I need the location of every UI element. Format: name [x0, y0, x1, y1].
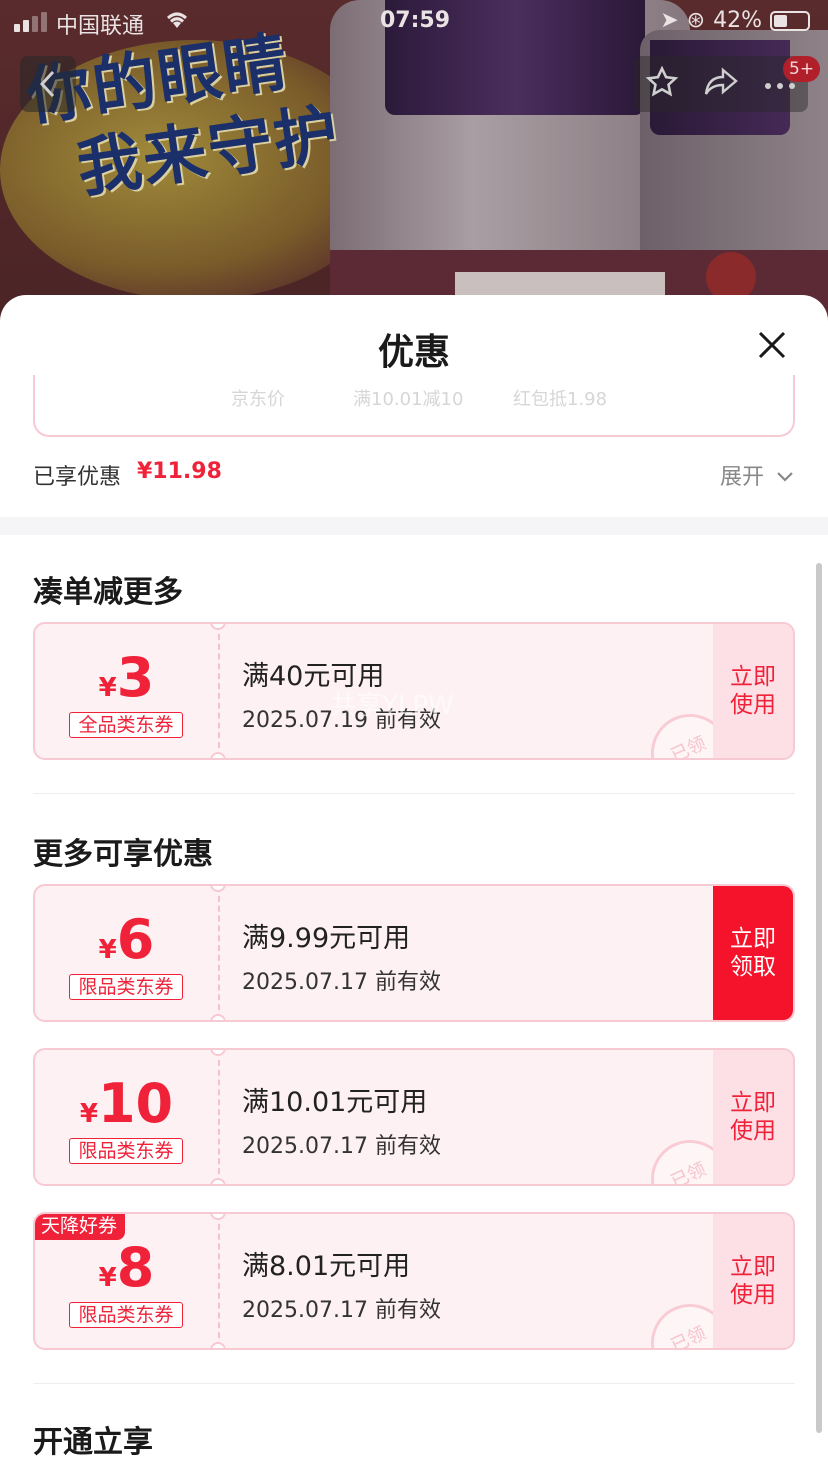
coupon-notch — [210, 752, 226, 758]
price-item-redpacket: 红包抵1.98 — [513, 389, 608, 410]
price-item-discount: 满10.01减10 — [353, 389, 464, 410]
section-title-open-enjoy: 开通立享 — [33, 1425, 153, 1460]
use-now-button[interactable]: 立即 使用 — [713, 624, 793, 758]
section-separator — [33, 793, 795, 794]
claim-now-button[interactable]: 立即 领取 — [713, 886, 793, 1020]
message-count-badge: 5+ — [783, 56, 821, 82]
use-now-button[interactable]: 立即 使用 — [713, 1050, 793, 1184]
coupon-validity: 2025.07.17 前有效 — [242, 1134, 441, 1159]
coupon-perforation — [218, 886, 220, 1020]
section-title-more-available: 更多可享优惠 — [33, 837, 213, 872]
coupon-card: ¥10 限品类东券 满10.01元可用 2025.07.17 前有效 已领 立即… — [33, 1048, 795, 1186]
coupon-condition: 满10.01元可用 — [242, 1087, 428, 1118]
close-button[interactable] — [752, 325, 792, 365]
expand-button[interactable]: 展开 — [720, 459, 795, 491]
wifi-icon — [164, 8, 190, 35]
favorite-button[interactable] — [645, 65, 679, 103]
enjoyed-discount-row: 已享优惠 ¥11.98 展开 — [33, 455, 795, 491]
use-now-label: 立即 使用 — [730, 664, 776, 718]
watermark-text: 共享YLPW — [330, 691, 454, 721]
status-bar: 中国联通 07:59 ➤ ⊛ 42% — [0, 0, 828, 44]
signal-icon — [14, 12, 47, 32]
close-icon — [758, 331, 786, 359]
coupon-condition: 满9.99元可用 — [242, 923, 411, 954]
coupon-validity: 2025.07.17 前有效 — [242, 1298, 441, 1323]
coupon-validity: 2025.07.17 前有效 — [242, 970, 441, 995]
claim-now-label: 立即 领取 — [730, 926, 776, 980]
rotation-lock-icon: ⊛ — [686, 8, 706, 33]
star-icon — [645, 65, 679, 97]
expand-label: 展开 — [719, 465, 764, 490]
back-button[interactable] — [20, 56, 76, 112]
coupon-card: ¥6 限品类东券 满9.99元可用 2025.07.17 前有效 立即 领取 — [33, 884, 795, 1022]
enjoyed-amount: ¥11.98 — [137, 459, 222, 484]
scrollbar[interactable] — [816, 563, 822, 1433]
section-title-more-discount: 凑单减更多 — [33, 575, 183, 610]
more-dots-icon — [764, 82, 795, 89]
carrier-name: 中国联通 — [56, 14, 145, 39]
price-breakdown-card: 京东价 满10.01减10 红包抵1.98 — [33, 375, 795, 437]
use-now-button[interactable]: 立即 使用 — [713, 1214, 793, 1348]
sheet-title: 优惠 — [377, 332, 450, 373]
chevron-left-icon — [39, 70, 55, 98]
battery-icon — [770, 10, 810, 31]
coupon-card: ¥8 限品类东券 天降好券 满8.01元可用 2025.07.17 前有效 已领… — [33, 1212, 795, 1350]
coupon-amount: ¥6 — [98, 908, 155, 971]
section-separator — [33, 1383, 795, 1384]
coupon-notch — [210, 1342, 226, 1348]
product-banner: 你的眼睛 我来守护 — [0, 0, 828, 330]
coupon-perforation — [218, 624, 220, 758]
section-divider — [0, 517, 828, 535]
enjoyed-label: 已享优惠 — [33, 465, 122, 490]
coupon-condition: 满8.01元可用 — [242, 1251, 411, 1282]
coupon-amount: ¥8 — [98, 1236, 155, 1299]
coupon-ribbon: 天降好券 — [35, 1214, 126, 1240]
price-item-jd: 京东价 — [231, 389, 285, 410]
coupon-notch — [210, 1178, 226, 1184]
use-now-label: 立即 使用 — [730, 1254, 776, 1308]
share-button[interactable] — [703, 66, 739, 102]
status-time: 07:59 — [380, 8, 451, 33]
coupon-perforation — [218, 1050, 220, 1184]
battery-percent: 42% — [713, 8, 762, 33]
coupon-value-area: ¥10 限品类东券 — [35, 1050, 218, 1184]
nav-actions — [633, 56, 808, 112]
coupon-value-area: ¥6 限品类东券 — [35, 886, 218, 1020]
coupon-type-tag: 限品类东券 — [69, 1138, 183, 1164]
use-now-label: 立即 使用 — [730, 1090, 776, 1144]
coupon-notch — [210, 1014, 226, 1020]
coupon-perforation — [218, 1214, 220, 1348]
share-arrow-icon — [705, 67, 739, 95]
location-arrow-icon: ➤ — [660, 8, 679, 33]
coupon-amount: ¥3 — [98, 646, 155, 709]
coupon-type-tag: 全品类东券 — [69, 712, 183, 738]
coupon-amount: ¥10 — [79, 1072, 174, 1135]
chevron-down-icon — [777, 472, 793, 482]
coupon-value-area: ¥3 全品类东券 — [35, 624, 218, 758]
discount-sheet: 优惠 京东价 满10.01减10 红包抵1.98 已享优惠 ¥11.98 展开 … — [0, 295, 828, 1472]
coupon-type-tag: 限品类东券 — [69, 974, 183, 1000]
coupon-type-tag: 限品类东券 — [69, 1302, 183, 1328]
